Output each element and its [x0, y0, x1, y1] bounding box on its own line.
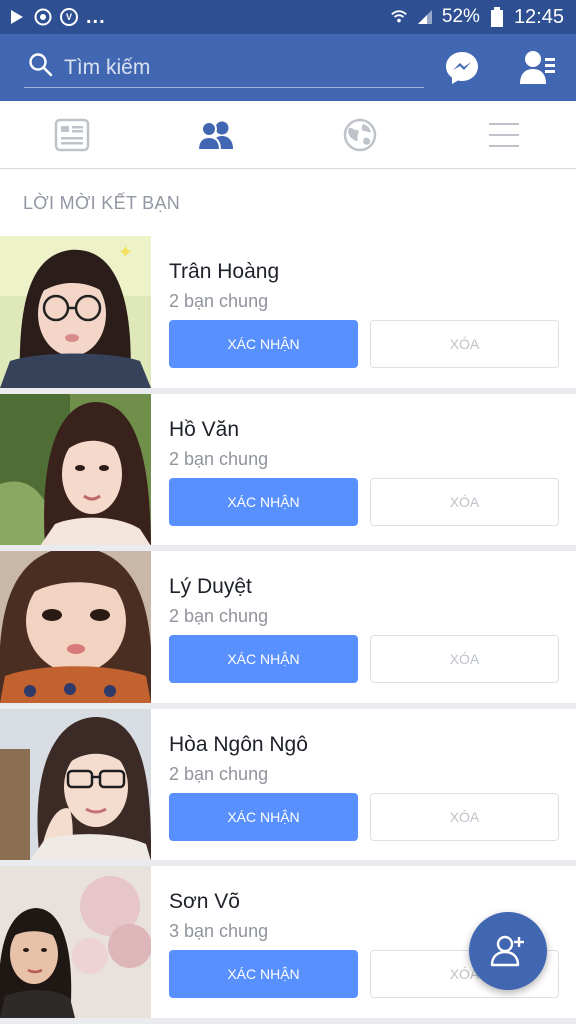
- friend-requests-button[interactable]: [520, 48, 556, 88]
- status-left: V ...: [8, 6, 106, 29]
- avatar[interactable]: ✦: [0, 236, 151, 388]
- friend-request-row: ✦ Trân Hoàng 2 bạn chung XÁC NHẬN XÓA: [0, 236, 576, 388]
- avatar[interactable]: [0, 551, 151, 703]
- play-store-icon: [8, 8, 26, 26]
- confirm-button[interactable]: XÁC NHẬN: [169, 478, 358, 526]
- signal-icon: [416, 8, 434, 26]
- avatar[interactable]: [0, 394, 151, 546]
- delete-button[interactable]: XÓA: [370, 635, 559, 683]
- requester-name[interactable]: Hòa Ngôn Ngô: [169, 733, 308, 757]
- notification-circle-icon: [34, 8, 52, 26]
- delete-button[interactable]: XÓA: [370, 478, 559, 526]
- tab-notifications[interactable]: [340, 115, 380, 155]
- search-placeholder: Tìm kiếm: [64, 55, 151, 79]
- friend-request-row: Hòa Ngôn Ngô 2 bạn chung XÁC NHẬN XÓA: [0, 709, 576, 861]
- status-bar: V ... 52% 12:45: [0, 0, 576, 34]
- friends-list-icon: [520, 51, 555, 84]
- mutual-friends: 2 bạn chung: [169, 291, 269, 311]
- confirm-button[interactable]: XÁC NHẬN: [169, 320, 358, 368]
- mutual-friends: 2 bạn chung: [169, 764, 269, 784]
- battery-icon: [488, 7, 506, 27]
- friend-request-row: Hồ Văn 2 bạn chung XÁC NHẬN XÓA: [0, 394, 576, 546]
- news-feed-icon: [54, 118, 90, 152]
- messenger-button[interactable]: [444, 50, 480, 86]
- delete-button[interactable]: XÓA: [370, 793, 559, 841]
- more-notifications-icon: ...: [86, 5, 106, 28]
- avatar[interactable]: [0, 866, 151, 1018]
- tab-bar: [0, 101, 576, 169]
- add-friend-fab[interactable]: [469, 912, 547, 990]
- add-friend-icon: [490, 935, 524, 967]
- delete-button[interactable]: XÓA: [370, 320, 559, 368]
- wifi-icon: [390, 8, 408, 26]
- confirm-button[interactable]: XÁC NHẬN: [169, 635, 358, 683]
- globe-icon: [343, 118, 377, 152]
- requester-name[interactable]: Sơn Võ: [169, 890, 240, 914]
- tab-news-feed[interactable]: [52, 115, 92, 155]
- status-right: 52% 12:45: [390, 6, 564, 29]
- messenger-icon: [446, 52, 478, 84]
- clock: 12:45: [513, 5, 564, 28]
- friend-request-row: Lý Duyệt 2 bạn chung XÁC NHẬN XÓA: [0, 551, 576, 703]
- mutual-friends: 2 bạn chung: [169, 606, 269, 626]
- menu-icon: [489, 123, 519, 147]
- mutual-friends: 3 bạn chung: [169, 921, 269, 941]
- tab-friend-requests[interactable]: [196, 115, 236, 155]
- search-input[interactable]: Tìm kiếm: [24, 48, 424, 88]
- requester-name[interactable]: Lý Duyệt: [169, 575, 252, 599]
- confirm-button[interactable]: XÁC NHẬN: [169, 793, 358, 841]
- requester-name[interactable]: Trân Hoàng: [169, 260, 279, 284]
- requester-name[interactable]: Hồ Văn: [169, 418, 239, 442]
- battery-percent: 52%: [441, 6, 480, 27]
- tab-menu[interactable]: [484, 115, 524, 155]
- app-notification-icon: V: [60, 8, 78, 26]
- section-title: LỜI MỜI KẾT BẠN: [23, 193, 181, 213]
- app-header: Tìm kiếm: [0, 34, 576, 101]
- avatar[interactable]: [0, 709, 151, 861]
- confirm-button[interactable]: XÁC NHẬN: [169, 950, 358, 998]
- search-icon: [28, 52, 54, 83]
- mutual-friends: 2 bạn chung: [169, 449, 269, 469]
- svg-text:✦: ✦: [118, 242, 133, 262]
- divider: [0, 1018, 576, 1024]
- friends-icon: [197, 121, 233, 151]
